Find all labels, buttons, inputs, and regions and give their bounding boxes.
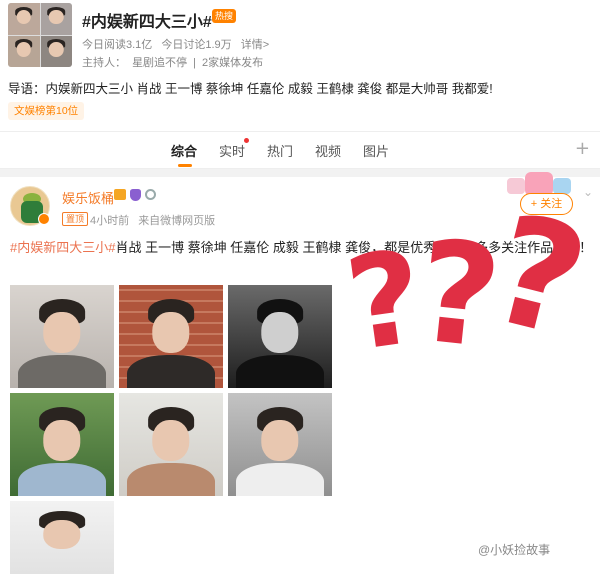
post-photo[interactable] bbox=[119, 393, 223, 496]
topic-title: #内娱新四大三小# bbox=[82, 14, 212, 31]
author-name[interactable]: 娱乐饭桶 bbox=[62, 188, 114, 207]
post-time[interactable]: 4小时前 bbox=[90, 215, 129, 227]
host-label: 主持人： bbox=[82, 57, 126, 69]
cover-thumb bbox=[40, 3, 72, 35]
active-tab-indicator bbox=[178, 164, 192, 167]
tab-images[interactable]: 图片 bbox=[363, 141, 389, 160]
cover-thumb bbox=[8, 3, 40, 35]
tab-video[interactable]: 视频 bbox=[315, 141, 341, 160]
post-photo[interactable] bbox=[10, 393, 114, 496]
new-dot-icon bbox=[244, 138, 249, 143]
tab-bar: 综合 实时 热门 视频 图片 + bbox=[0, 131, 600, 169]
post-photo[interactable] bbox=[228, 285, 332, 388]
crown-icon bbox=[114, 189, 126, 200]
host-name-link[interactable]: 星剧追不停 bbox=[132, 57, 187, 69]
medal-icon bbox=[145, 189, 156, 200]
topic-stats: 今日阅读3.1亿 今日讨论1.9万 详情> bbox=[82, 36, 275, 52]
topic-lead: 导语：内娱新四大三小 肖战 王一博 蔡徐坤 任嘉伦 成毅 王鹤棣 龚俊 都是大帅… bbox=[8, 82, 493, 96]
post-source: 来自微博网页版 bbox=[138, 215, 216, 227]
cover-thumb bbox=[40, 35, 72, 67]
verified-icon bbox=[38, 213, 50, 225]
post-photo[interactable] bbox=[228, 393, 332, 496]
topic-host: 主持人： 星剧追不停 | 2家媒体发布 bbox=[82, 54, 266, 70]
post-meta: 4小时前 来自微博网页版 bbox=[90, 212, 221, 228]
host-separator: | bbox=[193, 57, 196, 69]
post-photo[interactable] bbox=[119, 285, 223, 388]
cover-thumb bbox=[8, 35, 40, 67]
topic-cover-image[interactable] bbox=[8, 3, 72, 67]
add-tab-icon[interactable]: + bbox=[575, 138, 590, 159]
discussion-count: 今日讨论1.9万 bbox=[161, 39, 232, 51]
tab-realtime[interactable]: 实时 bbox=[219, 141, 245, 160]
shield-icon bbox=[130, 189, 141, 201]
tab-comprehensive[interactable]: 综合 bbox=[171, 141, 197, 160]
post-photo[interactable] bbox=[10, 501, 114, 574]
chevron-down-icon[interactable]: ⌄ bbox=[583, 185, 593, 199]
media-count-link[interactable]: 2家媒体发布 bbox=[202, 57, 263, 69]
watermark: @小妖捡故事 bbox=[478, 543, 551, 557]
topic-header: #内娱新四大三小# 热搜 今日阅读3.1亿 今日讨论1.9万 详情> 主持人： … bbox=[0, 0, 600, 131]
read-count: 今日阅读3.1亿 bbox=[82, 39, 153, 51]
photo-grid bbox=[10, 285, 333, 574]
pinned-tag: 置顶 bbox=[62, 212, 89, 226]
details-link[interactable]: 详情> bbox=[241, 39, 269, 51]
hot-badge: 热搜 bbox=[212, 9, 237, 23]
hashtag-link[interactable]: #内娱新四大三小# bbox=[10, 240, 115, 255]
rank-tag[interactable]: 文娱榜第10位 bbox=[8, 102, 85, 120]
tab-hot[interactable]: 热门 bbox=[267, 141, 293, 160]
post-photo[interactable] bbox=[10, 285, 114, 388]
